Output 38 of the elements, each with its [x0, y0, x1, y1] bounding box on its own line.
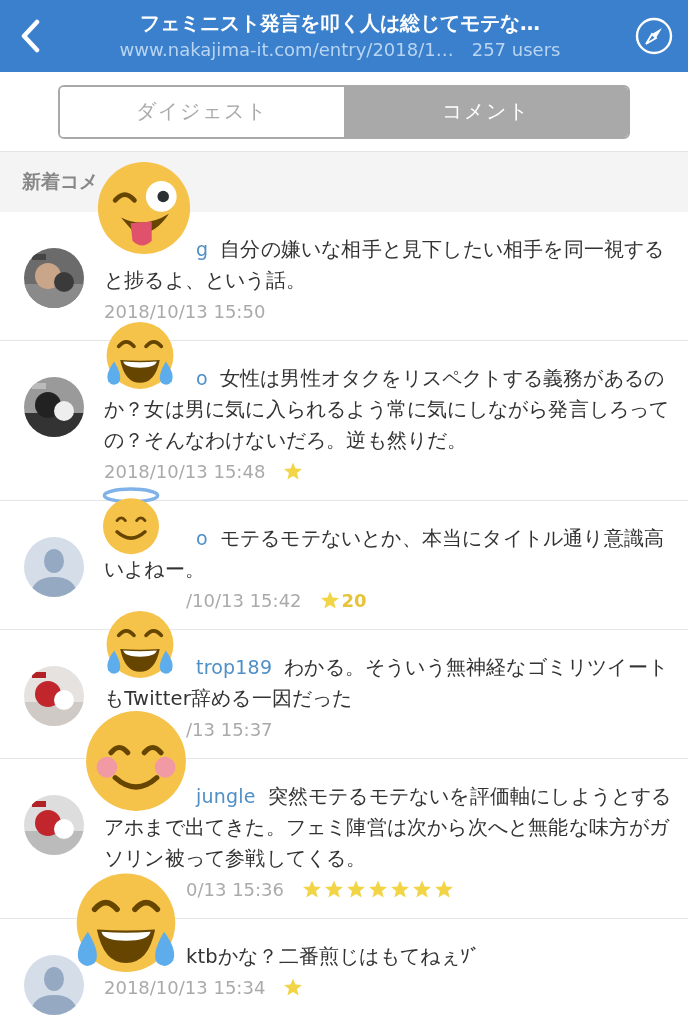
comment-text: jungle 突然モテるモテないを評価軸にしようとするアホまで出てきた。フェミ陣営は次から次へと無能な味方がガソリン被って参戦してくる。: [104, 784, 672, 872]
smiling-emoji-icon: [84, 709, 188, 813]
comment-text: o モテるモテないとか、本当にタイトル通り意識高いよねー。: [104, 526, 666, 583]
username-link[interactable]: jungle: [196, 785, 256, 807]
comment-date: 2018/10/13 15:34: [104, 976, 266, 998]
comment-date: /10/13 15:42: [186, 589, 302, 611]
default-avatar-icon: [24, 955, 84, 1015]
star-icon: [346, 879, 366, 899]
page-title: フェミニスト発言を叩く人は総じてモテな…: [139, 10, 541, 37]
comment-text: g 自分の嫌いな相手と見下したい相手を同一視すると捗るよ、という話。: [104, 237, 666, 294]
star-icon: [302, 879, 322, 899]
star-icon[interactable]: [283, 461, 304, 481]
comment-date: /13 15:37: [186, 718, 273, 740]
entry-url: www.nakajima-it.com/entry/2018/1…: [119, 39, 454, 60]
comment-text: ktbかな？二番煎じはもてねぇｿﾞ: [185, 944, 482, 970]
star-icon: [390, 879, 410, 899]
star-icon: [412, 879, 432, 899]
star-icon[interactable]: [283, 977, 304, 997]
back-icon: [20, 19, 40, 53]
username-link[interactable]: o: [196, 527, 208, 549]
comment-text: trop189 わかる。そういう無神経なゴミリツイートもTwitter辞める一因だった: [104, 655, 669, 712]
user-count: 257 users: [471, 39, 561, 60]
segment-tab[interactable]: コメント: [344, 86, 628, 137]
star-icon[interactable]: [319, 590, 340, 610]
username-link[interactable]: trop189: [196, 656, 273, 678]
star-icon: [324, 879, 344, 899]
username-link[interactable]: g: [196, 238, 209, 260]
comment-date: 2018/10/13 15:48: [104, 460, 266, 482]
star-icon: [368, 879, 388, 899]
star-icon: [434, 879, 454, 899]
comment-text: o 女性は男性オタクをリスペクトする義務があるのか？女は男に気に入られるよう常に気にしながら発言しろっての？そんなわけないだろ。逆も然りだ。: [104, 366, 671, 454]
star-count: 20: [341, 589, 367, 611]
comment-date: 2018/10/13 15:50: [104, 300, 266, 322]
compass-icon[interactable]: [634, 16, 674, 56]
section-title: 新着コメ: [22, 169, 98, 194]
username-link[interactable]: o: [196, 367, 208, 389]
default-avatar-icon: [24, 537, 84, 597]
comment-date: 0/13 15:36: [186, 878, 284, 900]
